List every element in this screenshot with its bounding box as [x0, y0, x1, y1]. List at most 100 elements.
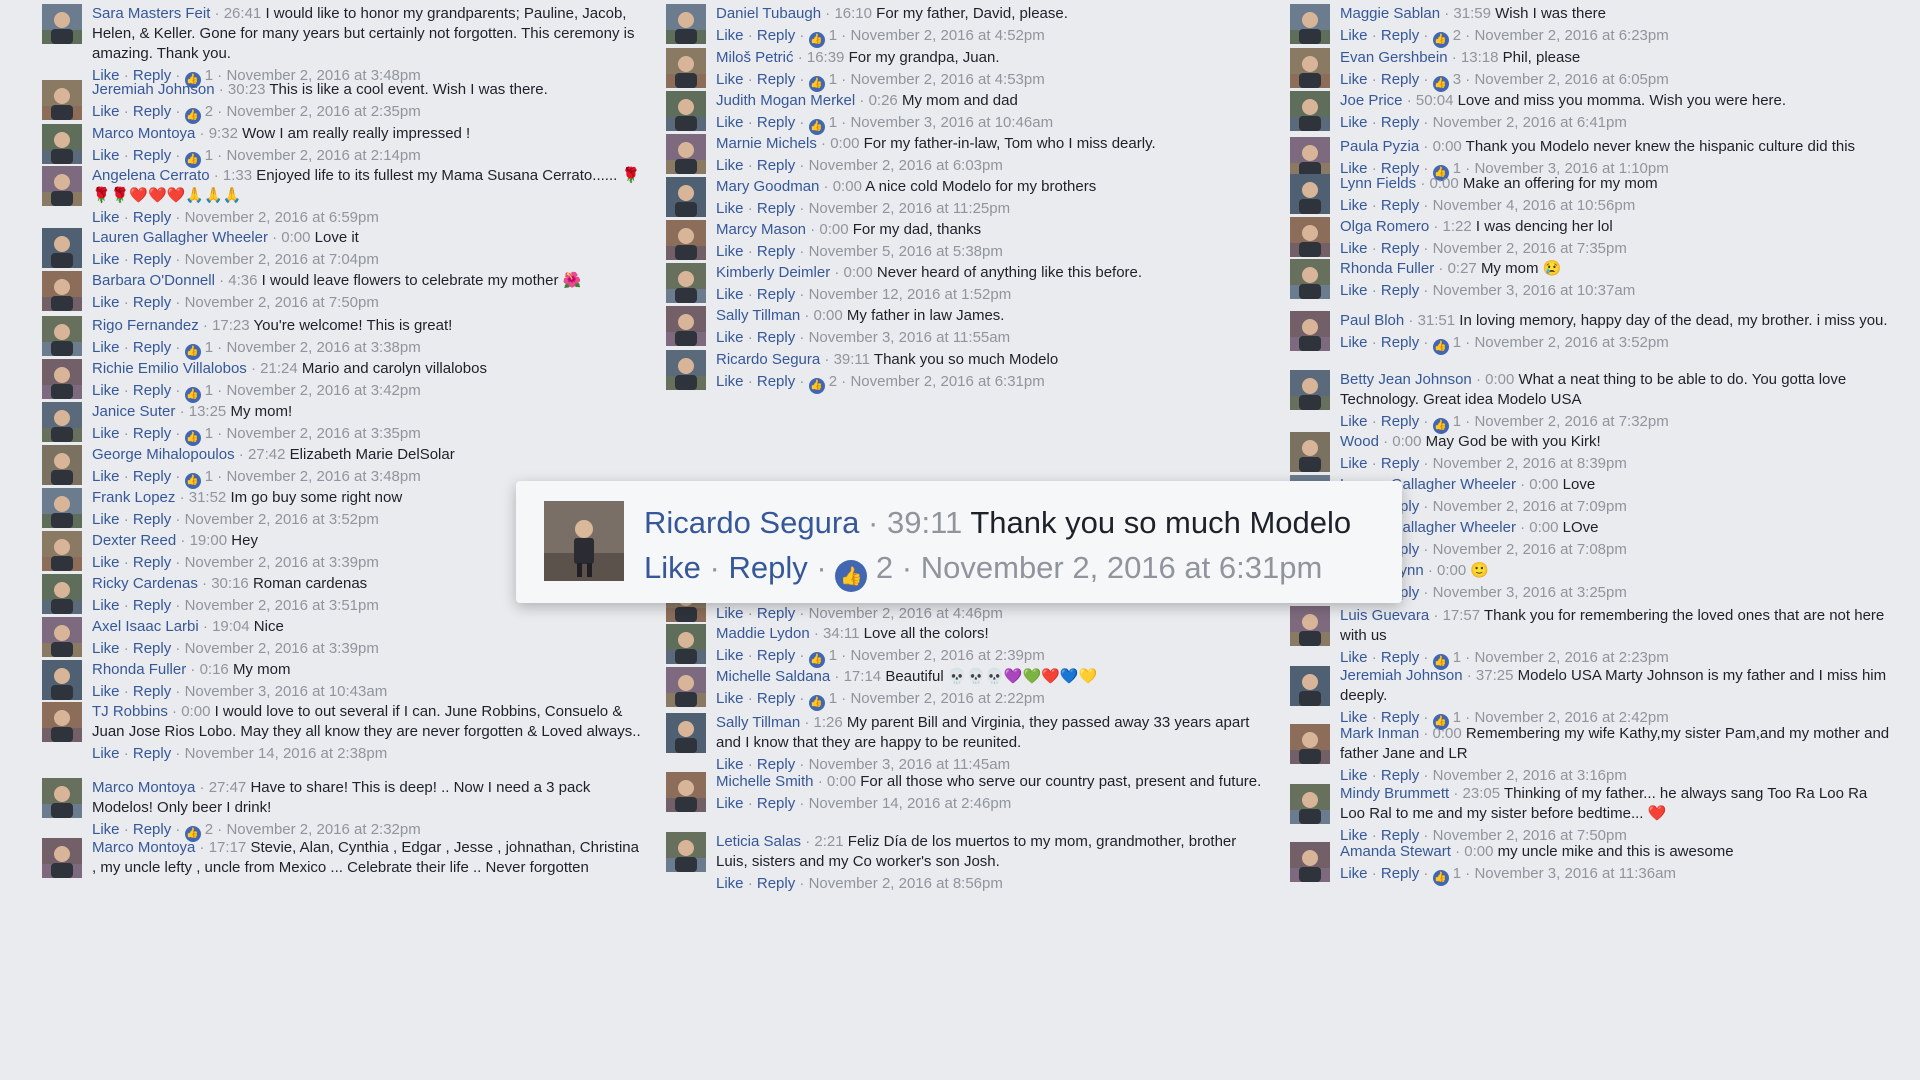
like-link[interactable]: Like [92, 745, 120, 762]
comment-date[interactable]: November 2, 2016 at 6:31pm [921, 550, 1323, 585]
video-timestamp[interactable]: 0:00 [1464, 843, 1493, 860]
avatar[interactable] [42, 617, 82, 657]
comment-date[interactable]: November 2, 2016 at 7:04pm [185, 251, 379, 268]
comment-date[interactable]: November 3, 2016 at 10:46am [850, 114, 1053, 131]
avatar[interactable] [42, 660, 82, 700]
like-link[interactable]: Like [716, 756, 744, 773]
reply-link[interactable]: Reply [133, 821, 171, 838]
avatar[interactable] [42, 445, 82, 485]
video-timestamp[interactable]: 0:00 [1437, 562, 1466, 579]
video-timestamp[interactable]: 34:11 [823, 625, 859, 642]
reply-link[interactable]: Reply [757, 71, 795, 88]
reply-link[interactable]: Reply [757, 114, 795, 131]
like-count[interactable]: 1 [829, 114, 837, 131]
comment-author-link[interactable]: Amanda Stewart [1340, 843, 1451, 860]
video-timestamp[interactable]: 0:00 [1430, 175, 1459, 192]
reply-link[interactable]: Reply [133, 209, 171, 226]
avatar[interactable] [1290, 259, 1330, 299]
video-timestamp[interactable]: 4:36 [228, 272, 257, 289]
video-timestamp[interactable]: 0:16 [200, 661, 229, 678]
like-count[interactable]: 1 [829, 690, 837, 707]
reply-link[interactable]: Reply [757, 200, 795, 217]
comment-author-link[interactable]: Marnie Michels [716, 135, 817, 152]
comment-author-link[interactable]: Mary Goodman [716, 178, 819, 195]
reply-link[interactable]: Reply [133, 382, 171, 399]
comment-date[interactable]: November 2, 2016 at 6:05pm [1474, 71, 1668, 88]
comment-author-link[interactable]: Michelle Saldana [716, 668, 830, 685]
like-link[interactable]: Like [92, 468, 120, 485]
reply-link[interactable]: Reply [1381, 240, 1419, 257]
reply-link[interactable]: Reply [757, 329, 795, 346]
like-count[interactable]: 2 [1453, 27, 1461, 44]
reply-link[interactable]: Reply [1381, 71, 1419, 88]
reply-link[interactable]: Reply [133, 640, 171, 657]
comment-date[interactable]: November 2, 2016 at 3:51pm [185, 597, 379, 614]
like-link[interactable]: Like [644, 550, 701, 585]
reply-link[interactable]: Reply [133, 683, 171, 700]
like-count[interactable]: 3 [1453, 71, 1461, 88]
reply-link[interactable]: Reply [133, 294, 171, 311]
comment-date[interactable]: November 2, 2016 at 6:23pm [1474, 27, 1668, 44]
comment-author-link[interactable]: Marco Montoya [92, 839, 195, 856]
video-timestamp[interactable]: 0:00 [819, 221, 848, 238]
avatar[interactable] [1290, 311, 1330, 351]
comment-author-link[interactable]: Maggie Sablan [1340, 5, 1440, 22]
like-link[interactable]: Like [716, 690, 744, 707]
comment-date[interactable]: November 14, 2016 at 2:38pm [185, 745, 388, 762]
like-link[interactable]: Like [1340, 240, 1368, 257]
reply-link[interactable]: Reply [757, 756, 795, 773]
reply-link[interactable]: Reply [133, 425, 171, 442]
video-timestamp[interactable]: 17:23 [212, 317, 250, 334]
comment-date[interactable]: November 2, 2016 at 2:35pm [226, 103, 420, 120]
comment-author-link[interactable]: Luis Guevara [1340, 607, 1429, 624]
comment-date[interactable]: November 2, 2016 at 7:50pm [185, 294, 379, 311]
comment-author-link[interactable]: Lauren Gallagher Wheeler [92, 229, 268, 246]
comment-author-link[interactable]: Ricardo Segura [716, 351, 820, 368]
avatar[interactable] [42, 228, 82, 268]
avatar[interactable] [1290, 606, 1330, 646]
video-timestamp[interactable]: 31:52 [189, 489, 227, 506]
avatar[interactable] [42, 574, 82, 614]
comment-date[interactable]: November 3, 2016 at 11:55am [809, 329, 1011, 346]
comment-author-link[interactable]: Richie Emilio Villalobos [92, 360, 247, 377]
like-link[interactable]: Like [92, 147, 120, 164]
like-count[interactable]: 1 [205, 147, 213, 164]
comment-date[interactable]: November 2, 2016 at 3:52pm [185, 511, 379, 528]
avatar[interactable] [666, 134, 706, 174]
video-timestamp[interactable]: 27:42 [248, 446, 286, 463]
reply-link[interactable]: Reply [133, 468, 171, 485]
like-link[interactable]: Like [92, 683, 120, 700]
video-timestamp[interactable]: 0:00 [830, 135, 859, 152]
like-count[interactable]: 1 [829, 27, 837, 44]
comment-date[interactable]: November 2, 2016 at 4:53pm [850, 71, 1044, 88]
reply-link[interactable]: Reply [757, 605, 795, 622]
comment-date[interactable]: November 3, 2016 at 10:43am [185, 683, 388, 700]
reply-link[interactable]: Reply [1381, 197, 1419, 214]
comment-author-link[interactable]: Marco Montoya [92, 125, 195, 142]
reply-link[interactable]: Reply [133, 511, 171, 528]
video-timestamp[interactable]: 1:26 [814, 714, 843, 731]
comment-date[interactable]: November 2, 2016 at 3:38pm [226, 339, 420, 356]
avatar[interactable] [42, 402, 82, 442]
video-timestamp[interactable]: 17:57 [1443, 607, 1481, 624]
comment-author-link[interactable]: Paul Bloh [1340, 312, 1404, 329]
comment-date[interactable]: November 2, 2016 at 7:09pm [1433, 498, 1627, 515]
comment-date[interactable]: November 2, 2016 at 6:31pm [850, 373, 1044, 390]
like-link[interactable]: Like [92, 425, 120, 442]
like-count[interactable]: 1 [1453, 865, 1461, 882]
thumbs-up-icon[interactable]: 👍 [808, 76, 825, 92]
avatar[interactable] [666, 263, 706, 303]
thumbs-up-icon[interactable]: 👍 [808, 32, 825, 48]
reply-link[interactable]: Reply [1381, 455, 1419, 472]
video-timestamp[interactable]: 0:00 [1529, 476, 1558, 493]
thumbs-up-icon[interactable]: 👍 [808, 378, 825, 394]
comment-date[interactable]: November 2, 2016 at 7:35pm [1433, 240, 1627, 257]
video-timestamp[interactable]: 0:00 [833, 178, 862, 195]
like-link[interactable]: Like [92, 382, 120, 399]
reply-link[interactable]: Reply [1381, 334, 1419, 351]
avatar[interactable] [1290, 91, 1330, 131]
comment-author-link[interactable]: Sara Masters Feit [92, 5, 210, 22]
reply-link[interactable]: Reply [757, 690, 795, 707]
video-timestamp[interactable]: 0:00 [1433, 138, 1462, 155]
comment-date[interactable]: November 2, 2016 at 8:56pm [809, 875, 1003, 892]
